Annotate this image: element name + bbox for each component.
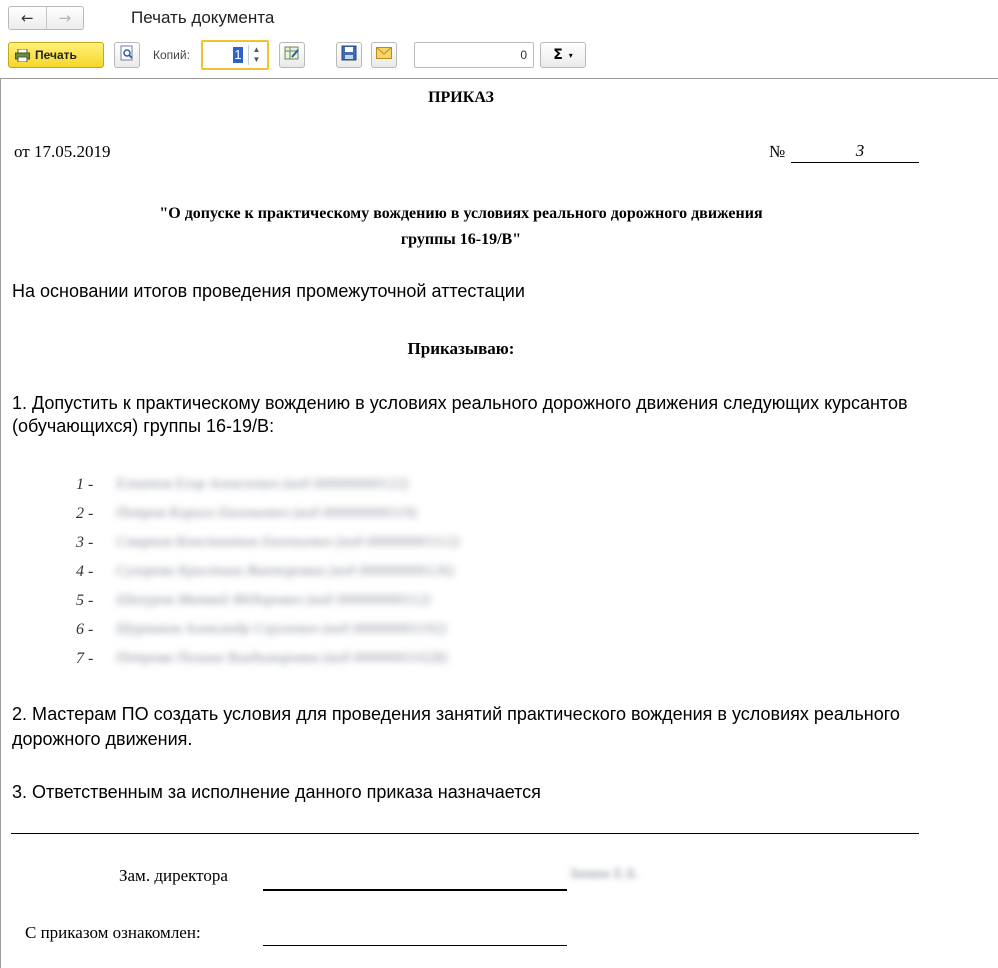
order-heading: Приказываю: [407,339,515,358]
preview-button[interactable] [114,42,140,68]
student-number: 7 - [76,649,94,667]
magnifier-page-icon [119,45,135,66]
number-sign: № [769,142,786,161]
send-email-button[interactable] [371,42,397,68]
list-item: 3 - Смирнов Константин Евгеньевич (код 0… [76,528,459,557]
student-number: 6 - [76,620,94,638]
save-button[interactable] [336,42,362,68]
student-number: 2 - [76,504,94,522]
list-item: 4 - Сухорева Кристина Викторовна (код 00… [76,557,459,586]
signer-title: Зам. директора [119,866,228,885]
student-name: Шахуров Матвей Фёдорович (код 0000000001… [116,592,431,608]
copies-label: Копий: [153,48,190,62]
list-item: 5 - Шахуров Матвей Фёдорович (код 000000… [76,586,459,615]
list-item: 7 - Петрова Полина Владимировна (код 000… [76,644,459,673]
list-item: 6 - Шурников Александр Сергеевич (код 00… [76,615,459,644]
signer-name: Зимин Е.Б. [569,866,640,882]
document-date: от 17.05.2019 [14,142,111,161]
document-number: 3 [791,141,919,163]
item-3: 3. Ответственным за исполнение данного п… [12,782,541,802]
print-button-label: Печать [35,48,77,62]
student-number: 3 - [76,533,94,551]
signature-line [263,889,567,891]
subject-line-2: группы 16-19/В" [400,231,522,248]
edit-table-icon [284,45,300,66]
sum-field[interactable]: 0 [414,42,534,68]
list-item: 1 - Елпатов Егор Алексеевич (код 0000000… [76,470,459,499]
acknowledgement-line [263,945,567,946]
arrow-right-icon: → [58,9,72,27]
student-name: Петрова Полина Владимировна (код 0000000… [116,650,448,666]
student-name: Сухорева Кристина Викторовна (код 000000… [116,563,454,579]
document-subject: "О допуске к практическому вождению в ус… [1,201,921,253]
sigma-icon: Σ [553,47,563,63]
subject-line-1: "О допуске к практическому вождению в ус… [159,205,763,222]
student-name: Петров Кирилл Евгеньевич (код 0000000001… [116,505,417,521]
navigation-buttons: ← → [8,6,84,30]
list-item: 2 - Петров Кирилл Евгеньевич (код 000000… [76,499,459,528]
acknowledgement-label: С приказом ознакомлен: [25,923,201,942]
student-list: 1 - Елпатов Егор Алексеевич (код 0000000… [76,470,459,673]
student-number: 1 - [76,475,94,493]
student-name: Елпатов Егор Алексеевич (код 00000000012… [116,476,409,492]
document-page: ПРИКАЗ от 17.05.2019 № 3 "О допуске к пр… [0,78,998,968]
item-2: 2. Мастерам ПО создать условия для прове… [12,704,900,749]
item-1: 1. Допустить к практическому вождению в … [12,393,908,436]
basis-text: На основании итогов проведения промежуто… [12,281,525,301]
print-button[interactable]: Печать [8,42,104,68]
floppy-disk-icon [341,45,357,66]
copies-input[interactable]: 1 ▲ ▼ [201,40,269,70]
copies-stepper[interactable]: ▲ ▼ [248,45,264,65]
copies-value: 1 [233,47,243,63]
window-title: Печать документа [131,8,275,27]
printer-icon [15,48,30,62]
document-title: ПРИКАЗ [428,89,494,106]
student-name: Смирнов Константин Евгеньевич (код 00000… [116,534,460,550]
student-name: Шурников Александр Сергеевич (код 000000… [116,621,447,637]
back-button[interactable]: ← [9,7,46,29]
arrow-left-icon: ← [20,9,34,27]
student-number: 4 - [76,562,94,580]
divider [11,833,919,834]
chevron-down-icon: ▾ [568,50,573,60]
student-number: 5 - [76,591,94,609]
edit-document-button[interactable] [279,42,305,68]
envelope-icon [376,46,392,64]
sum-button[interactable]: Σ ▾ [540,42,586,68]
forward-button[interactable]: → [45,7,84,29]
